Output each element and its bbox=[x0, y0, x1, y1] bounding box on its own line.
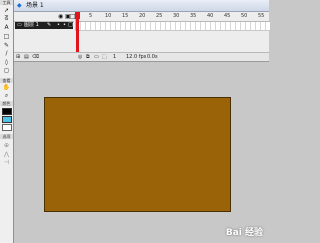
frame-rate: 12.0 fps bbox=[126, 54, 147, 60]
ruler-tick: 20 bbox=[139, 13, 146, 19]
frame-track[interactable] bbox=[75, 22, 270, 31]
timeline-panel: ◆ 场景 1 ◉ ▣ □ ▭ 图层 1 ✎ • • □ 5 10 15 20 2… bbox=[14, 0, 270, 62]
brush-tool-icon[interactable]: ∕ bbox=[2, 50, 11, 57]
option-straighten-icon[interactable]: ⊣ bbox=[2, 159, 11, 166]
toolbox-section-view: 查看 bbox=[0, 78, 13, 83]
onion-skin-icon[interactable]: ⧉ bbox=[86, 53, 90, 61]
onion-outline-icon[interactable]: ▭ bbox=[94, 53, 99, 61]
fill-color-swatch[interactable] bbox=[2, 116, 12, 123]
hand-tool-icon[interactable]: ✋ bbox=[2, 84, 11, 91]
lasso-tool-icon[interactable]: ᘔ bbox=[2, 15, 11, 22]
ruler-tick: 45 bbox=[224, 13, 231, 19]
layer-visible-dot[interactable]: • bbox=[57, 22, 60, 29]
ruler-tick: 15 bbox=[122, 13, 129, 19]
stroke-color-swatch[interactable] bbox=[2, 108, 12, 115]
text-tool-icon[interactable]: A bbox=[2, 24, 11, 31]
stage-canvas[interactable] bbox=[44, 97, 231, 212]
ruler-tick: 35 bbox=[190, 13, 197, 19]
elapsed-time: 0.0s bbox=[147, 54, 158, 60]
layer-header: ◉ ▣ □ bbox=[14, 12, 76, 22]
toolbox: 工具 ➚ ᘔ A □ ✎ ∕ ◊ ◻ 查看 ✋ ⌕ 颜色 选项 ⊕ ⋀ ⊣ bbox=[0, 0, 14, 243]
frame-ruler[interactable]: 5 10 15 20 25 30 35 40 45 50 55 bbox=[75, 12, 270, 22]
ink-bottle-tool-icon[interactable]: ◊ bbox=[2, 59, 11, 66]
ruler-tick: 5 bbox=[89, 13, 93, 19]
delete-layer-icon[interactable]: ⌫ bbox=[32, 53, 39, 61]
option-snap-icon[interactable]: ⊕ bbox=[2, 142, 11, 149]
layer-name: 图层 1 bbox=[24, 22, 39, 28]
ruler-tick: 50 bbox=[241, 13, 248, 19]
ruler-tick: 40 bbox=[207, 13, 214, 19]
eye-icon[interactable]: ◉ bbox=[58, 13, 63, 20]
add-folder-icon[interactable]: ▤ bbox=[24, 53, 29, 61]
scene-tab[interactable]: 场景 1 bbox=[26, 1, 44, 10]
layer-icon: ▭ bbox=[17, 22, 22, 28]
layer-lock-dot[interactable]: • bbox=[63, 22, 66, 29]
layer-row[interactable]: ▭ 图层 1 ✎ • • □ bbox=[15, 22, 73, 29]
scene-tab-bar: ◆ 场景 1 bbox=[14, 0, 269, 12]
pencil-tool-icon[interactable]: ✎ bbox=[2, 42, 11, 49]
pencil-icon: ✎ bbox=[47, 22, 52, 28]
ruler-tick: 10 bbox=[105, 13, 112, 19]
timeline-status-bar: ⊞ ▤ ⌫ ◎ ⧉ ▭ ⬚ 1 12.0 fps 0.0s bbox=[14, 52, 269, 61]
toolbox-section-tools: 工具 bbox=[0, 0, 13, 5]
arrow-tool-icon[interactable]: ➚ bbox=[2, 7, 11, 14]
add-layer-icon[interactable]: ⊞ bbox=[16, 53, 20, 61]
scene-icon: ◆ bbox=[17, 2, 22, 9]
watermark: Bai 经验 bbox=[225, 228, 263, 238]
rectangle-tool-icon[interactable]: □ bbox=[2, 33, 11, 40]
center-frame-icon[interactable]: ◎ bbox=[78, 53, 82, 61]
option-smooth-icon[interactable]: ⋀ bbox=[2, 151, 11, 158]
edit-multiple-icon[interactable]: ⬚ bbox=[102, 53, 107, 61]
current-frame: 1 bbox=[113, 54, 117, 60]
ruler-tick: 55 bbox=[258, 13, 265, 19]
layer-outline-box[interactable]: □ bbox=[68, 22, 73, 29]
swap-colors-icon[interactable] bbox=[2, 124, 12, 131]
toolbox-section-options: 选项 bbox=[0, 134, 13, 139]
ruler-tick: 30 bbox=[173, 13, 180, 19]
zoom-tool-icon[interactable]: ⌕ bbox=[2, 92, 11, 99]
toolbox-section-colors: 颜色 bbox=[0, 101, 13, 106]
eraser-tool-icon[interactable]: ◻ bbox=[2, 67, 11, 74]
ruler-tick: 25 bbox=[156, 13, 163, 19]
